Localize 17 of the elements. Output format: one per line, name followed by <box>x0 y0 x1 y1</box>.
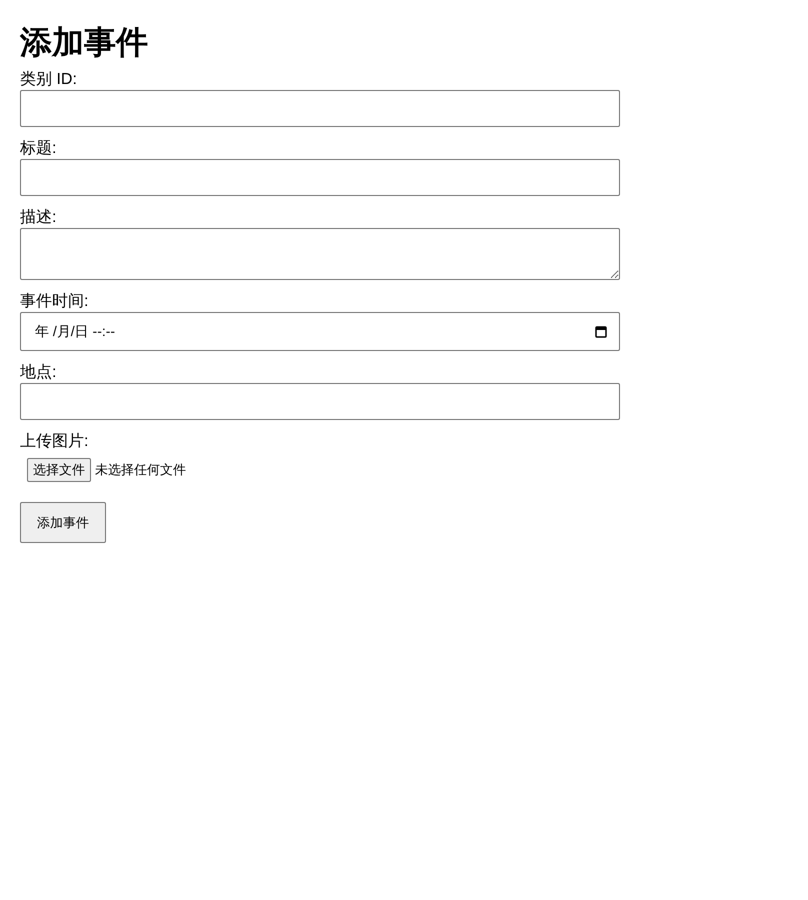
file-status: 未选择任何文件 <box>95 461 186 479</box>
field-label: 类别 ID: <box>20 70 77 90</box>
calendar-icon[interactable] <box>595 325 607 338</box>
datetime-placeholder: 年 /月/日 --:-- <box>35 322 116 340</box>
field-label: 地点: <box>20 363 56 383</box>
field-label: 标题: <box>20 139 56 159</box>
input-field[interactable] <box>20 383 620 420</box>
submit-button[interactable]: 添加事件 <box>20 502 106 543</box>
text-area[interactable] <box>20 228 620 280</box>
datetime-field[interactable]: 年 /月/日 --:-- <box>20 312 620 351</box>
field-label: 描述: <box>20 208 56 228</box>
choose-file-button[interactable]: 选择文件 <box>27 458 91 482</box>
input-field[interactable] <box>20 159 620 196</box>
field-label: 事件时间: <box>20 292 88 312</box>
page-title: 添加事件 <box>20 23 149 62</box>
input-field[interactable] <box>20 90 620 127</box>
field-label: 上传图片: <box>20 432 88 452</box>
